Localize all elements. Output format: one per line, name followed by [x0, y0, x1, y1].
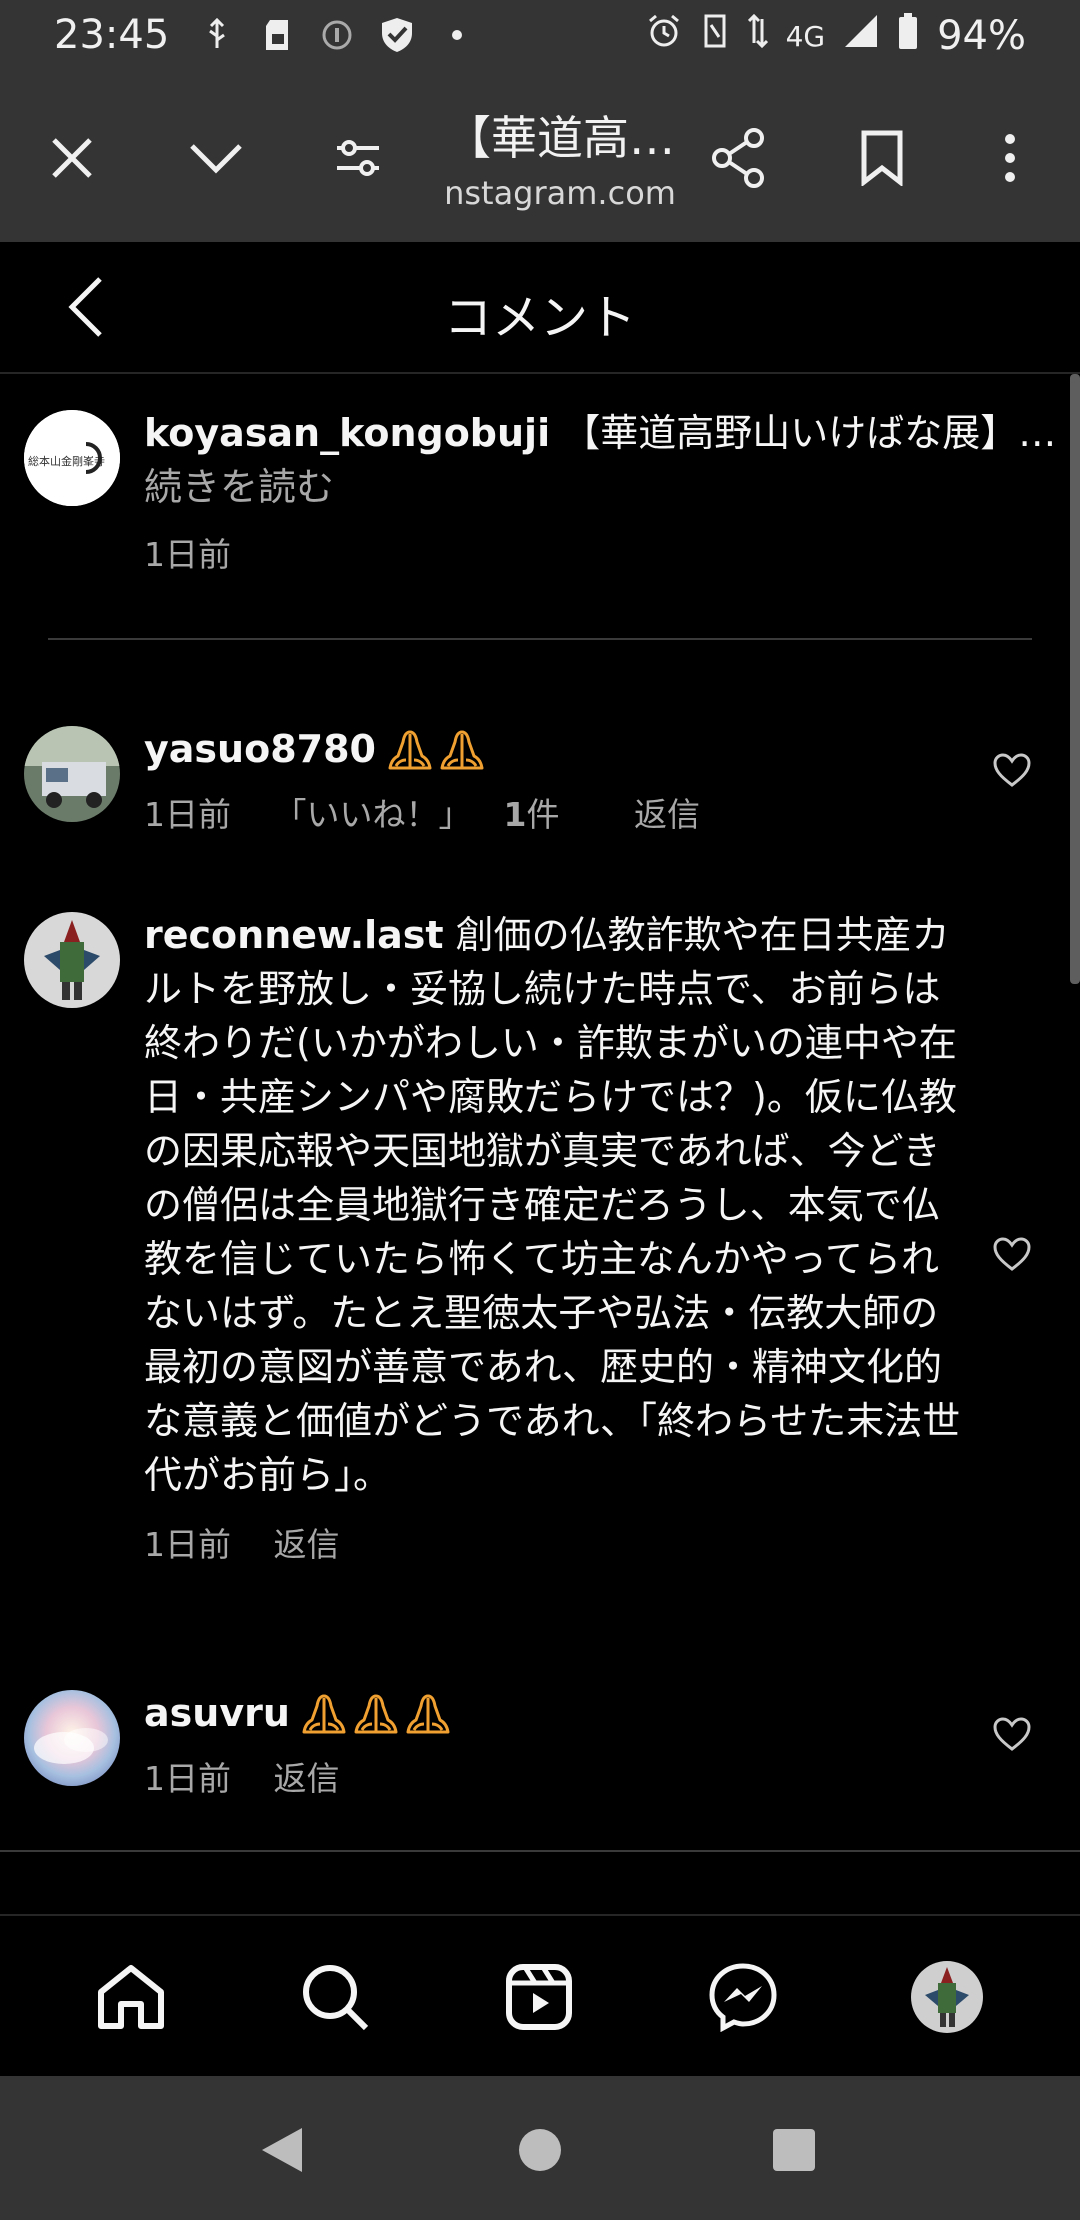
bottom-nav — [0, 1914, 1080, 2076]
divider — [0, 1850, 1080, 1852]
caption-text-line: koyasan_kongobuji 【華道高野山いけばな展】… — [144, 406, 1064, 460]
notification-icons — [200, 18, 474, 52]
avatar[interactable] — [24, 726, 120, 822]
comment-meta: 1日前 返信 — [144, 1518, 964, 1566]
heart-icon[interactable] — [992, 1716, 1032, 1756]
battery-icon — [897, 12, 919, 60]
divider — [48, 638, 1032, 640]
vibrate-icon — [700, 13, 730, 59]
shield-icon — [380, 18, 414, 52]
close-icon[interactable] — [32, 118, 112, 198]
praying-emoji-group — [300, 1690, 452, 1736]
bookmark-icon[interactable] — [842, 118, 922, 198]
usb-icon — [200, 18, 234, 52]
praying-emoji-group — [386, 726, 486, 772]
alarm-icon — [646, 13, 682, 59]
system-nav-bar — [0, 2076, 1080, 2220]
profile-avatar[interactable] — [904, 1954, 990, 2040]
reply-button[interactable]: 返信 — [634, 795, 700, 834]
caption-time: 1日前 — [144, 535, 231, 574]
comment-meta: 1日前 「いいね！」 1件 返信 — [144, 788, 944, 836]
praying-hands-icon — [302, 1694, 346, 1734]
avatar[interactable] — [24, 912, 120, 1008]
network-type: 4G — [785, 19, 826, 53]
comment-username[interactable]: yasuo8780 — [144, 727, 376, 771]
heart-icon[interactable] — [992, 752, 1032, 792]
sd-card-icon — [260, 18, 294, 52]
comment-username[interactable]: asuvru — [144, 1691, 290, 1735]
browser-toolbar: 【華道高… nstagram.com — [0, 74, 1080, 242]
home-icon[interactable] — [88, 1954, 174, 2040]
praying-hands-icon — [406, 1694, 450, 1734]
comment-time: 1日前 — [144, 1525, 231, 1564]
comments-header: コメント — [0, 242, 1080, 374]
svg-text:総本山金剛峯寺: 総本山金剛峯寺 — [28, 454, 105, 468]
praying-hands-icon — [440, 730, 484, 770]
comment-time: 1日前 — [144, 1759, 231, 1798]
avatar[interactable] — [24, 1690, 120, 1786]
reply-button[interactable]: 返信 — [274, 1525, 340, 1564]
search-icon[interactable] — [292, 1954, 378, 2040]
scrollbar[interactable] — [1070, 374, 1080, 984]
comment-username[interactable]: reconnew.last — [144, 913, 444, 957]
battery-level: 94% — [937, 13, 1026, 59]
data-icon — [747, 13, 768, 59]
signal-icon — [843, 13, 879, 59]
likes-count[interactable]: 「いいね！」 1件 — [274, 795, 592, 834]
url-bar[interactable]: 【華道高… nstagram.com — [430, 102, 690, 212]
comment-time: 1日前 — [144, 795, 231, 834]
page-domain: nstagram.com — [444, 174, 676, 212]
avatar[interactable]: 総本山金剛峯寺 — [24, 410, 120, 506]
settings-sliders-icon[interactable] — [318, 118, 398, 198]
comment-meta: 1日前 返信 — [144, 1752, 944, 1800]
praying-hands-icon — [388, 730, 432, 770]
caption-text: 【華道高野山いけばな展】… — [550, 411, 1057, 455]
page-title: 【華道高… — [445, 111, 675, 165]
comment-text: 創価の仏教詐欺や在日共産カルトを野放し・妥協し続けた時点で、お前らは終わりだ(い… — [144, 913, 961, 1497]
home-circle-icon[interactable] — [510, 2120, 570, 2180]
recents-square-icon[interactable] — [764, 2120, 824, 2180]
reply-button[interactable]: 返信 — [274, 1759, 340, 1798]
dot-icon — [440, 18, 474, 52]
status-bar: 23:45 4G 94% — [0, 0, 1080, 74]
status-time: 23:45 — [54, 12, 170, 58]
caption-username[interactable]: koyasan_kongobuji — [144, 411, 550, 455]
reels-icon[interactable] — [496, 1954, 582, 2040]
system-status: 4G 94% — [646, 12, 1026, 60]
chevron-down-icon[interactable] — [176, 118, 256, 198]
share-icon[interactable] — [698, 118, 778, 198]
comment-text-block: reconnew.last 創価の仏教詐欺や在日共産カルトを野放し・妥協し続けた… — [144, 908, 964, 1502]
page-title-comments: コメント — [443, 290, 636, 346]
more-vert-icon[interactable] — [970, 118, 1050, 198]
heart-icon[interactable] — [992, 1236, 1032, 1276]
read-more-link[interactable]: 続きを読む — [144, 460, 1064, 514]
info-icon — [320, 18, 354, 52]
back-triangle-icon[interactable] — [252, 2120, 312, 2180]
messenger-icon[interactable] — [700, 1954, 786, 2040]
praying-hands-icon — [354, 1694, 398, 1734]
